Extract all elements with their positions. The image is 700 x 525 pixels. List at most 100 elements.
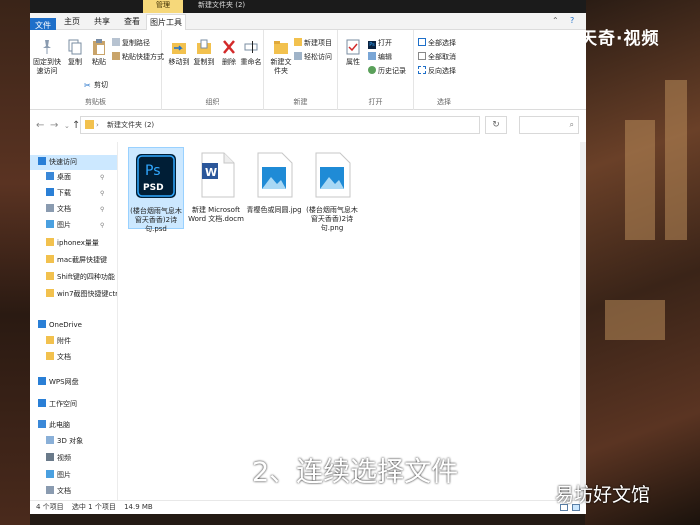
copy-icon [68,39,82,55]
help-icon[interactable]: ? [570,16,574,25]
computer-icon [38,420,46,428]
properties-label: 属性 [346,58,360,66]
copy-path-button[interactable]: 复制路径 [112,38,150,48]
vertical-scrollbar[interactable] [580,142,586,500]
folder-icon [46,352,54,360]
nav-item[interactable]: mac截屏快捷键 [30,253,117,268]
forward-arrow-icon[interactable]: → [50,120,58,131]
selected-count: 选中 1 个项目 [71,503,116,511]
file-item-jpg[interactable]: 青樱色或同圆.jpg [246,147,302,215]
rename-button[interactable]: 重命名 [238,38,264,67]
nav-item[interactable]: iphonex量量 [30,236,117,251]
search-input[interactable]: ⌕ [519,116,579,134]
cloud-icon [38,320,46,328]
copy-folder-icon [197,39,211,54]
select-group-label: 选择 [437,98,451,106]
address-row: ← → ⌄ ↑ › 新建文件夹 (2) ↻ ⌕ [30,110,586,142]
nav-item-label: win7截图快捷键ctr [57,290,118,298]
history-icon [368,66,376,74]
edit-icon [368,52,376,60]
nav-item[interactable]: 文档 [30,484,117,499]
nav-item[interactable]: 此电脑 [30,418,117,433]
easy-access-label: 轻松访问 [304,53,332,61]
download-icon [46,188,54,196]
tab-view[interactable]: 查看 [118,14,146,30]
nav-item[interactable]: 文档 [30,350,117,365]
paste-button[interactable]: 粘贴 [86,38,112,67]
tab-share[interactable]: 共享 [88,14,116,30]
nav-item[interactable]: 图片 [30,468,117,483]
nav-item-label: 图片 [57,471,71,479]
photoshop-file-icon: Ps PSD [136,154,176,198]
group-clipboard: 固定到快速访问 复制 粘贴 复制路径 粘贴快捷方式 ✂ 剪切 剪贴板 [30,30,164,110]
tab-home[interactable]: 主页 [58,14,86,30]
copy-to-label: 复制到 [193,58,215,66]
properties-button[interactable]: 属性 [340,38,366,67]
chevron-up-icon[interactable]: ⌃ [552,16,559,25]
nav-item-label: OneDrive [49,321,82,329]
group-new: 新建文件夹 新建项目 轻松访问 新建 [264,30,338,110]
nav-item[interactable]: 文档 ⚲ [30,202,117,217]
nav-item[interactable]: Shift键的四种功能 [30,270,117,285]
address-bar[interactable]: › 新建文件夹 (2) [80,116,480,134]
cut-button[interactable]: ✂ 剪切 [84,80,108,90]
copy-button[interactable]: 复制 [62,38,88,67]
file-item-psd[interactable]: Ps PSD (楼台烟雨气息木窗天香香)2诗句.psd [128,147,184,233]
delete-label: 删除 [222,58,236,66]
easy-access-button[interactable]: 轻松访问 [294,52,332,62]
pin-quick-access-button[interactable]: 固定到快速访问 [32,38,62,76]
file-item-docm[interactable]: W 新建 Microsoft Word 文档.docm [188,147,244,224]
nav-item-label: 附件 [57,337,71,345]
selected-size: 14.9 MB [124,503,153,511]
easy-access-icon [294,52,302,60]
tab-picture-tools[interactable]: 图片工具 [146,14,186,30]
recent-chevron-icon[interactable]: ⌄ [64,122,70,130]
nav-item[interactable]: 桌面 ⚲ [30,170,117,185]
watermark: 易坊好文馆 [555,484,651,506]
nav-item[interactable]: WPS网盘 [30,375,117,390]
paste-shortcut-button[interactable]: 粘贴快捷方式 [112,52,164,62]
select-none-button[interactable]: 全部取消 [418,52,456,62]
select-all-icon [418,38,426,46]
pin-icon: ⚲ [100,206,105,213]
back-arrow-icon[interactable]: ← [36,120,44,131]
new-item-button[interactable]: 新建项目 [294,38,332,48]
nav-item[interactable]: 工作空间 [30,397,117,412]
select-all-label: 全部选择 [428,39,456,47]
paste-label: 粘贴 [92,58,106,66]
move-to-button[interactable]: 移动到 [166,38,192,67]
nav-item[interactable]: 3D 对象 [30,434,117,449]
group-select: 全部选择 全部取消 反向选择 选择 [414,30,474,110]
pin-icon: ⚲ [100,222,105,229]
edit-button[interactable]: 编辑 [368,52,392,62]
history-button[interactable]: 历史记录 [368,66,406,76]
file-name: (楼台烟雨气息木窗天香香)2诗句.psd [130,207,182,233]
nav-item[interactable]: 附件 [30,334,117,349]
nav-item[interactable]: 图片 ⚲ [30,218,117,233]
select-all-button[interactable]: 全部选择 [418,38,456,48]
svg-text:PSD: PSD [143,183,164,193]
move-to-label: 移动到 [168,58,190,66]
manage-context-tab[interactable]: 管理 [143,0,183,13]
nav-item[interactable]: 快速访问 [30,155,117,170]
document-icon [46,204,54,212]
nav-item-label: 视频 [57,454,71,462]
copy-to-button[interactable]: 复制到 [191,38,217,67]
open-button[interactable]: Ps 打开 [368,38,392,49]
video-icon [46,453,54,461]
refresh-icon[interactable]: ↻ [485,116,507,134]
nav-item[interactable]: win7截图快捷键ctr [30,287,118,302]
breadcrumb-chevron-icon[interactable]: › [96,117,99,133]
file-item-png[interactable]: (楼台烟雨气息木窗天香香)2诗句.png [304,147,360,233]
nav-item[interactable]: 下载 ⚲ [30,186,117,201]
rename-icon [244,41,258,53]
new-folder-button[interactable]: 新建文件夹 [268,38,294,76]
nav-item[interactable]: OneDrive [30,318,117,333]
file-name: (楼台烟雨气息木窗天香香)2诗句.png [306,206,358,232]
group-organize: 移动到 复制到 删除 重命名 组织 [162,30,264,110]
picture-icon [46,220,54,228]
invert-selection-button[interactable]: 反向选择 [418,66,456,76]
nav-item[interactable]: 视频 [30,451,117,466]
nav-item-label: 3D 对象 [57,437,84,445]
pin-icon: ⚲ [100,174,105,181]
